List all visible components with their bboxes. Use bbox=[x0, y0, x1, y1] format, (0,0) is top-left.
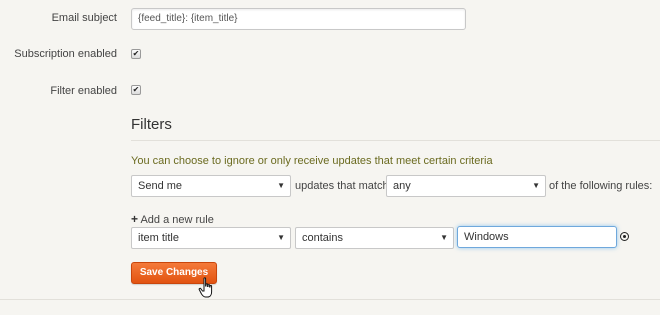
subscription-enabled-checkbox[interactable]: ✔ bbox=[131, 49, 141, 59]
hand-cursor-icon bbox=[198, 277, 213, 298]
filters-heading: Filters bbox=[131, 116, 172, 133]
email-subject-input[interactable]: {feed_title}: {item_title} bbox=[131, 8, 466, 30]
filters-divider bbox=[131, 140, 660, 141]
email-subject-label: Email subject bbox=[51, 12, 117, 24]
chevron-down-icon: ▼ bbox=[532, 181, 540, 190]
filters-description: You can choose to ignore or only receive… bbox=[131, 155, 493, 167]
action-select[interactable]: Send me ▼ bbox=[131, 175, 291, 197]
filter-enabled-label: Filter enabled bbox=[50, 85, 117, 97]
add-rule-link[interactable]: + Add a new rule bbox=[131, 212, 214, 226]
chevron-down-icon: ▼ bbox=[277, 233, 285, 242]
subscription-enabled-label: Subscription enabled bbox=[14, 48, 117, 60]
bottom-divider bbox=[0, 299, 660, 300]
remove-rule-icon[interactable] bbox=[620, 232, 629, 241]
filter-enabled-checkbox[interactable]: ✔ bbox=[131, 85, 141, 95]
match-text: updates that match bbox=[295, 180, 389, 192]
match-select-value: any bbox=[393, 180, 411, 192]
chevron-down-icon: ▼ bbox=[277, 181, 285, 190]
rules-text: of the following rules: bbox=[549, 180, 653, 192]
rule-value-input[interactable]: Windows bbox=[457, 226, 617, 248]
rule-field-select[interactable]: item title ▼ bbox=[131, 227, 291, 249]
plus-icon: + bbox=[131, 212, 139, 226]
rule-operator-value: contains bbox=[302, 232, 343, 244]
action-select-value: Send me bbox=[138, 180, 183, 192]
rule-field-value: item title bbox=[138, 232, 179, 244]
add-rule-label: Add a new rule bbox=[140, 214, 214, 226]
chevron-down-icon: ▼ bbox=[440, 233, 448, 242]
match-select[interactable]: any ▼ bbox=[386, 175, 546, 197]
rule-operator-select[interactable]: contains ▼ bbox=[295, 227, 454, 249]
